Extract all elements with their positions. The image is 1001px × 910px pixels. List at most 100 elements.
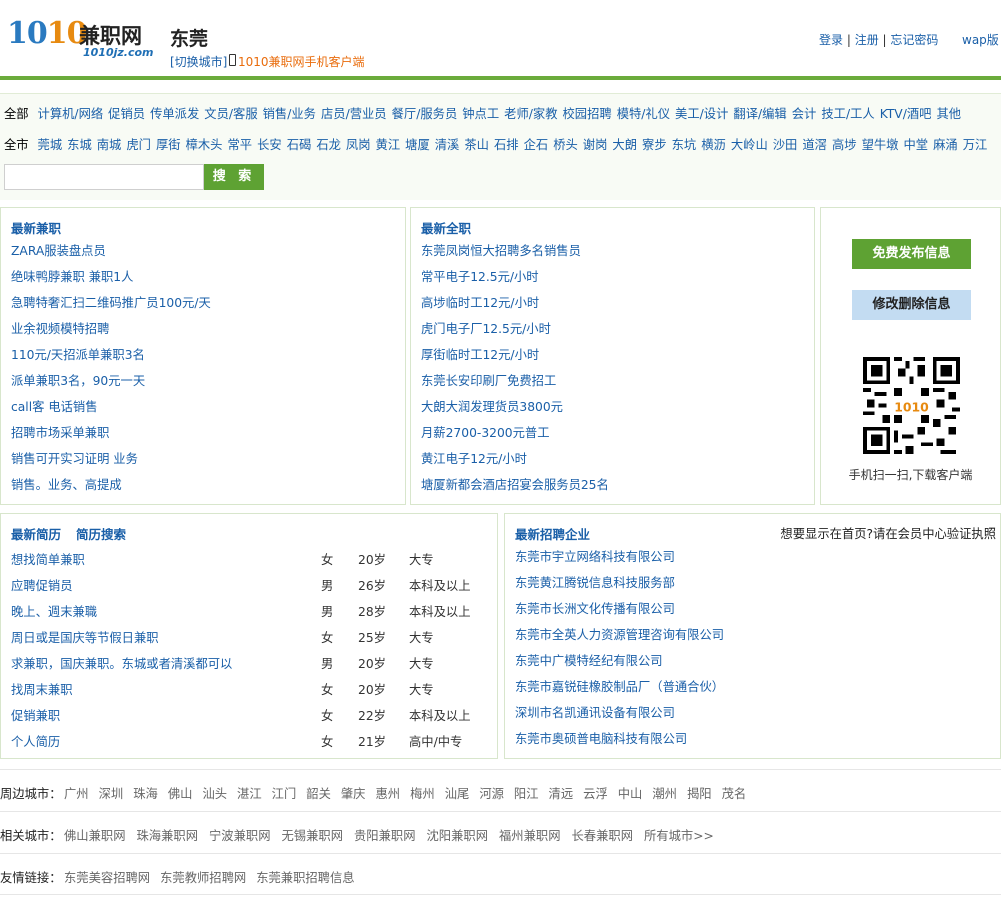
area-link[interactable]: 谢岗	[583, 138, 608, 152]
fulltime-list-item[interactable]: 厚街临时工12元/小时	[421, 348, 609, 374]
nearby-city-link[interactable]: 云浮	[583, 787, 608, 801]
category-link[interactable]: 技工/工人	[821, 107, 874, 121]
category-link[interactable]: 计算机/网络	[38, 107, 104, 121]
job-list-item[interactable]: 销售可开实习证明 业务	[11, 452, 211, 478]
related-city-link[interactable]: 长春兼职网	[572, 829, 634, 843]
area-link[interactable]: 寮步	[642, 138, 667, 152]
resume-search-link[interactable]: 简历搜索	[76, 524, 126, 543]
job-list-item[interactable]: 绝味鸭脖兼职 兼职1人	[11, 270, 211, 296]
area-link[interactable]: 清溪	[435, 138, 460, 152]
area-link[interactable]: 石排	[494, 138, 519, 152]
related-city-link[interactable]: 宁波兼职网	[209, 829, 271, 843]
nearby-city-link[interactable]: 江门	[272, 787, 297, 801]
related-city-link[interactable]: 沈阳兼职网	[427, 829, 489, 843]
related-city-link[interactable]: 所有城市>>	[644, 829, 714, 843]
area-link[interactable]: 企石	[524, 138, 549, 152]
fulltime-list-item[interactable]: 东莞长安印刷厂免费招工	[421, 374, 609, 400]
site-logo[interactable]: 1010 兼职网 1010jz.com	[7, 16, 157, 62]
category-link[interactable]: 钟点工	[462, 107, 499, 121]
area-link[interactable]: 石碣	[287, 138, 312, 152]
job-list-item[interactable]: 派单兼职3名，90元一天	[11, 374, 211, 400]
resume-title[interactable]: 应聘促销员	[11, 576, 73, 594]
job-list-item[interactable]: 急聘特奢汇扫二维码推广员100元/天	[11, 296, 211, 322]
resume-row[interactable]: 想找简单兼职 女 20岁 大专	[11, 550, 491, 576]
resume-title[interactable]: 晚上、週末兼職	[11, 602, 97, 620]
resume-row[interactable]: 求兼职，国庆兼职。东城或者清溪都可以 男 20岁 大专	[11, 654, 491, 680]
category-link[interactable]: 会计	[792, 107, 817, 121]
nearby-city-link[interactable]: 湛江	[237, 787, 262, 801]
search-input[interactable]	[4, 164, 204, 190]
job-list-item[interactable]: ZARA服装盘点员	[11, 244, 211, 270]
nearby-city-link[interactable]: 潮州	[652, 787, 677, 801]
area-link[interactable]: 万江	[963, 138, 988, 152]
category-link[interactable]: 美工/设计	[675, 107, 728, 121]
nearby-city-link[interactable]: 清远	[549, 787, 574, 801]
category-link[interactable]: 模特/礼仪	[617, 107, 670, 121]
company-list-item[interactable]: 东莞中广模特经纪有限公司	[515, 654, 724, 680]
category-link[interactable]: 老师/家教	[504, 107, 557, 121]
company-list-item[interactable]: 东莞市全英人力资源管理咨询有限公司	[515, 628, 724, 654]
latest-resumes-title[interactable]: 最新简历	[11, 524, 61, 543]
related-city-link[interactable]: 佛山兼职网	[64, 829, 126, 843]
friend-link[interactable]: 东莞兼职招聘信息	[256, 871, 354, 885]
area-link[interactable]: 麻涌	[933, 138, 958, 152]
resume-row[interactable]: 应聘促销员 男 26岁 本科及以上	[11, 576, 491, 602]
area-link[interactable]: 长安	[257, 138, 282, 152]
area-link[interactable]: 大朗	[612, 138, 637, 152]
resume-title[interactable]: 周日或是国庆等节假日兼职	[11, 628, 159, 646]
category-link[interactable]: 其他	[936, 107, 961, 121]
nearby-city-link[interactable]: 韶关	[306, 787, 331, 801]
company-list-item[interactable]: 深圳市名凯通讯设备有限公司	[515, 706, 724, 732]
latest-jobs-title[interactable]: 最新兼职	[11, 218, 61, 237]
company-list-item[interactable]: 东莞市宇立网络科技有限公司	[515, 550, 724, 576]
fulltime-list-item[interactable]: 高埗临时工12元/小时	[421, 296, 609, 322]
fulltime-list-item[interactable]: 黄江电子12元/小时	[421, 452, 609, 478]
job-list-item[interactable]: call客 电话销售	[11, 400, 211, 426]
area-link[interactable]: 樟木头	[186, 138, 223, 152]
nearby-city-link[interactable]: 中山	[618, 787, 643, 801]
area-link[interactable]: 东城	[67, 138, 92, 152]
login-link[interactable]: 登录	[819, 33, 843, 47]
mobile-client-link[interactable]: 1010兼职网手机客户端	[238, 53, 365, 70]
nearby-city-link[interactable]: 佛山	[168, 787, 193, 801]
resume-title[interactable]: 想找简单兼职	[11, 550, 85, 568]
job-list-item[interactable]: 招聘市场采单兼职	[11, 426, 211, 452]
nearby-city-link[interactable]: 揭阳	[687, 787, 712, 801]
forgot-password-link[interactable]: 忘记密码	[890, 33, 938, 47]
area-link[interactable]: 南城	[97, 138, 122, 152]
area-link[interactable]: 茶山	[464, 138, 489, 152]
company-list-item[interactable]: 东莞市嘉锐硅橡胶制品厂（普通合伙）	[515, 680, 724, 706]
area-link[interactable]: 凤岗	[346, 138, 371, 152]
area-link[interactable]: 黄江	[376, 138, 401, 152]
area-link[interactable]: 沙田	[773, 138, 798, 152]
category-link[interactable]: 促销员	[108, 107, 145, 121]
fulltime-list-item[interactable]: 常平电子12.5元/小时	[421, 270, 609, 296]
nearby-city-link[interactable]: 珠海	[133, 787, 158, 801]
fulltime-list-item[interactable]: 月薪2700-3200元普工	[421, 426, 609, 452]
publish-button[interactable]: 免费发布信息	[852, 239, 971, 269]
nearby-city-link[interactable]: 广州	[64, 787, 89, 801]
related-city-link[interactable]: 无锡兼职网	[282, 829, 344, 843]
category-link[interactable]: 餐厅/服务员	[392, 107, 458, 121]
verify-license-note[interactable]: 想要显示在首页?请在会员中心验证执照	[780, 524, 996, 542]
friend-link[interactable]: 东莞教师招聘网	[160, 871, 246, 885]
category-link[interactable]: 传单派发	[150, 107, 199, 121]
area-link[interactable]: 莞城	[38, 138, 63, 152]
latest-fulltime-title[interactable]: 最新全职	[421, 218, 471, 237]
resume-row[interactable]: 个人简历 女 21岁 高中/中专	[11, 732, 491, 758]
job-list-item[interactable]: 业余视频模特招聘	[11, 322, 211, 348]
job-list-item[interactable]: 110元/天招派单兼职3名	[11, 348, 211, 374]
search-button[interactable]: 搜 索	[204, 164, 264, 190]
resume-row[interactable]: 晚上、週末兼職 男 28岁 本科及以上	[11, 602, 491, 628]
related-city-link[interactable]: 珠海兼职网	[137, 829, 199, 843]
fulltime-list-item[interactable]: 虎门电子厂12.5元/小时	[421, 322, 609, 348]
company-list-item[interactable]: 东莞黄江腾锐信息科技服务部	[515, 576, 724, 602]
category-all[interactable]: 全部	[4, 107, 29, 121]
area-all[interactable]: 全市	[4, 138, 29, 152]
job-list-item[interactable]: 销售。业务、高提成	[11, 478, 211, 504]
area-link[interactable]: 塘厦	[405, 138, 430, 152]
friend-link[interactable]: 东莞美容招聘网	[64, 871, 150, 885]
resume-title[interactable]: 个人简历	[11, 732, 60, 750]
resume-row[interactable]: 周日或是国庆等节假日兼职 女 25岁 大专	[11, 628, 491, 654]
company-list-item[interactable]: 东莞市长洲文化传播有限公司	[515, 602, 724, 628]
